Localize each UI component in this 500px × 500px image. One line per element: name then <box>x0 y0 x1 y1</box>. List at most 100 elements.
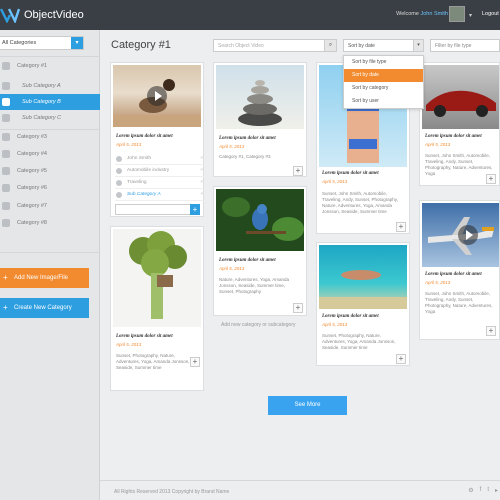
card-title[interactable]: Lorem ipsum dolor sit amet <box>219 258 276 263</box>
card-tags: Sunset, John Smith, Automobile, Travelin… <box>425 153 493 176</box>
card-title[interactable]: Lorem ipsum dolor sit amet <box>425 272 482 277</box>
image-thumbnail[interactable] <box>216 65 304 129</box>
play-icon[interactable] <box>458 225 478 245</box>
image-icon <box>2 82 10 90</box>
media-card[interactable]: Lorem ipsum dolor sit amet April 5, 2013… <box>419 200 500 340</box>
sidebar-item-category-1[interactable]: Category #1 <box>0 58 100 74</box>
sidebar-item-sub-a[interactable]: Sub Category A <box>0 78 100 94</box>
sort-select-value: Sort by date <box>348 43 375 49</box>
tag-input[interactable] <box>115 204 198 215</box>
card-date: April 5, 2013 <box>219 144 245 149</box>
filter-select[interactable]: Filter by file type <box>430 39 500 52</box>
tag-label: Sub Category A <box>127 192 161 197</box>
card-title[interactable]: Lorem ipsum dolor sit amet <box>425 134 482 139</box>
sidebar-item-label: Sub Category B <box>22 99 61 105</box>
sidebar-item-category-7[interactable]: Category #7 <box>0 198 100 214</box>
sort-option-user[interactable]: Sort by user <box>344 95 423 108</box>
sidebar: All Categories ▾ Category #1 Sub Categor… <box>0 30 100 500</box>
tag-item[interactable]: Sub Category A × <box>115 189 205 201</box>
sidebar-item-label: Category #8 <box>17 220 47 226</box>
video-thumbnail[interactable] <box>113 65 201 127</box>
add-tag-button[interactable]: + <box>190 204 200 215</box>
add-category-link[interactable]: Add new category or subcategory <box>221 322 296 328</box>
sidebar-item-category-4[interactable]: Category #4 <box>0 146 100 162</box>
welcome-text: Welcome John Smith <box>396 11 448 17</box>
card-title[interactable]: Lorem ipsum dolor sit amet <box>219 136 276 141</box>
share-icon[interactable]: ▸ <box>495 487 498 494</box>
user-name-link[interactable]: John Smith <box>420 11 448 17</box>
image-thumbnail[interactable] <box>113 229 201 327</box>
settings-icon[interactable]: ⚙ <box>468 487 473 494</box>
video-thumbnail[interactable] <box>422 203 499 267</box>
sidebar-item-sub-b[interactable]: Sub Category B <box>0 94 100 110</box>
image-thumbnail[interactable] <box>216 189 304 251</box>
card-tags: Category #1, Category #3 <box>219 154 271 159</box>
close-icon[interactable]: × <box>200 189 203 201</box>
folder-icon <box>2 202 10 210</box>
sidebar-item-category-8[interactable]: Category #8 <box>0 215 100 231</box>
media-card[interactable]: Lorem ipsum dolor sit amet April 5, 2013… <box>110 226 204 391</box>
card-title[interactable]: Lorem ipsum dolor sit amet <box>116 134 173 139</box>
media-card[interactable]: Lorem ipsum dolor sit amet April 5, 2013… <box>419 62 500 186</box>
add-button[interactable]: + <box>396 222 406 232</box>
image-icon <box>2 98 10 106</box>
close-icon[interactable]: × <box>200 153 203 165</box>
sort-option-file-type[interactable]: Sort by file type <box>344 56 423 69</box>
close-icon[interactable]: × <box>200 177 203 189</box>
twitter-icon[interactable]: t <box>487 487 489 494</box>
card-date: April 5, 2013 <box>425 142 451 147</box>
media-card[interactable]: Lorem ipsum dolor sit amet April 5, 2013… <box>213 186 307 316</box>
card-title[interactable]: Lorem ipsum dolor sit amet <box>322 171 379 176</box>
folder-icon <box>2 167 10 175</box>
sort-option-category[interactable]: Sort by category <box>344 82 423 95</box>
card-title[interactable]: Lorem ipsum dolor sit amet <box>322 314 379 319</box>
search-input[interactable]: Search Object Video ⌕ <box>213 39 337 52</box>
add-button[interactable]: + <box>293 303 303 313</box>
add-button[interactable]: + <box>190 357 200 367</box>
card-date: April 5, 2013 <box>322 322 348 327</box>
category-select-value: All Categories <box>2 40 37 46</box>
image-icon <box>2 114 10 122</box>
sort-select[interactable]: Sort by date ▾ <box>343 39 424 52</box>
avatar[interactable] <box>449 6 465 22</box>
see-more-button[interactable]: See More <box>268 396 347 415</box>
card-date: April 5, 2013 <box>116 142 142 147</box>
chevron-down-icon[interactable]: ▾ <box>71 37 83 49</box>
tag-item[interactable]: Traveling × <box>115 177 205 189</box>
add-button[interactable]: + <box>396 354 406 364</box>
media-card[interactable]: Lorem ipsum dolor sit amet April 5, 2013… <box>213 62 307 177</box>
facebook-icon[interactable]: f <box>480 487 482 494</box>
add-button[interactable]: + <box>486 174 496 184</box>
search-icon[interactable]: ⌕ <box>324 40 336 51</box>
play-icon[interactable] <box>147 86 167 106</box>
card-title[interactable]: Lorem ipsum dolor sit amet <box>116 334 173 339</box>
sidebar-item-category-3[interactable]: Category #3 <box>0 129 100 145</box>
image-thumbnail[interactable] <box>422 65 499 129</box>
logo[interactable]: ObjectVideo <box>0 6 84 25</box>
add-button[interactable]: + <box>293 166 303 176</box>
divider <box>0 56 100 57</box>
category-select[interactable]: All Categories ▾ <box>0 36 84 50</box>
social-links: ⚙ f t ▸ <box>468 487 498 494</box>
media-card[interactable]: Lorem ipsum dolor sit amet April 5, 2013… <box>316 242 410 366</box>
logout-link[interactable]: Logout <box>482 11 499 17</box>
copyright-text: All Rights Reserved 2013 Copyright by Br… <box>114 489 230 495</box>
chevron-down-icon[interactable]: ▾ <box>469 12 472 19</box>
sidebar-item-sub-c[interactable]: Sub Category C <box>0 110 100 126</box>
card-tags: Sunset, Photography, Nature, Adventures,… <box>116 353 190 370</box>
close-icon[interactable]: × <box>200 165 203 177</box>
folder-icon <box>116 192 122 198</box>
tag-item[interactable]: Automobile industry × <box>115 165 205 177</box>
media-card[interactable]: Lorem ipsum dolor sit amet April 5, 2013… <box>110 62 205 217</box>
image-thumbnail[interactable] <box>319 245 407 309</box>
plus-icon: + <box>3 273 8 282</box>
sidebar-item-category-6[interactable]: Category #6 <box>0 180 100 196</box>
sidebar-item-category-5[interactable]: Category #5 <box>0 163 100 179</box>
add-button[interactable]: + <box>486 326 496 336</box>
tag-item[interactable]: John Smith × <box>115 153 205 165</box>
create-category-button[interactable]: + Create New Category <box>0 298 89 318</box>
sort-option-date[interactable]: Sort by date <box>344 69 423 82</box>
add-image-button[interactable]: + Add New Image/File <box>0 268 89 288</box>
card-date: April 5, 2013 <box>322 179 348 184</box>
chevron-down-icon[interactable]: ▾ <box>413 40 423 51</box>
